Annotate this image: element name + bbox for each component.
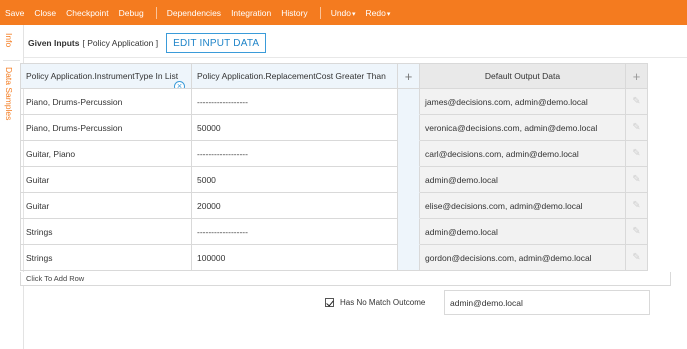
pencil-icon: ✎ bbox=[632, 200, 641, 211]
cell-replacement-cost[interactable]: ------------------ bbox=[192, 219, 398, 245]
edit-input-data-button[interactable]: EDIT INPUT DATA bbox=[166, 33, 267, 53]
add-row-button[interactable]: Click To Add Row bbox=[20, 272, 671, 286]
cell-spacer bbox=[398, 167, 420, 193]
row-edit-button[interactable]: ✎ bbox=[626, 167, 648, 193]
cell-replacement-cost[interactable]: 20000 bbox=[192, 193, 398, 219]
cell-instrument-type[interactable]: Guitar bbox=[20, 167, 192, 193]
integration-button[interactable]: Integration bbox=[231, 8, 271, 18]
table-row: Guitar 5000 admin@demo.local ✎ bbox=[20, 167, 671, 193]
column-header-default-output[interactable]: Default Output Data bbox=[420, 63, 626, 89]
tab-data-samples[interactable]: Data Samples bbox=[4, 67, 14, 120]
cell-output[interactable]: gordon@decisions.com, admin@demo.local bbox=[420, 245, 626, 271]
row-edit-button[interactable]: ✎ bbox=[626, 193, 648, 219]
clear-icon[interactable]: × bbox=[174, 81, 185, 88]
main-panel: Given Inputs [ Policy Application ] EDIT… bbox=[20, 25, 687, 349]
pencil-icon: ✎ bbox=[632, 96, 641, 107]
cell-replacement-cost[interactable]: 50000 bbox=[192, 115, 398, 141]
cell-spacer bbox=[398, 245, 420, 271]
cell-output[interactable]: elise@decisions.com, admin@demo.local bbox=[420, 193, 626, 219]
row-edit-button[interactable]: ✎ bbox=[626, 115, 648, 141]
no-match-checkbox[interactable] bbox=[325, 297, 334, 307]
table-row: Guitar, Piano ------------------ carl@de… bbox=[20, 141, 671, 167]
pencil-icon: ✎ bbox=[632, 226, 641, 237]
chevron-down-icon: ▾ bbox=[352, 10, 356, 18]
cell-instrument-type[interactable]: Strings bbox=[20, 245, 192, 271]
toolbar-divider bbox=[155, 6, 157, 19]
row-edit-button[interactable]: ✎ bbox=[626, 89, 648, 115]
cell-instrument-type[interactable]: Piano, Drums-Percussion bbox=[20, 89, 192, 115]
cell-instrument-type[interactable]: Piano, Drums-Percussion bbox=[20, 115, 192, 141]
cell-spacer bbox=[398, 219, 420, 245]
cell-output[interactable]: admin@demo.local bbox=[420, 167, 626, 193]
cell-instrument-type[interactable]: Guitar, Piano bbox=[20, 141, 192, 167]
row-edit-button[interactable]: ✎ bbox=[626, 245, 648, 271]
pencil-icon: ✎ bbox=[632, 174, 641, 185]
pencil-icon: ✎ bbox=[632, 148, 641, 159]
undo-label: Undo bbox=[330, 7, 352, 18]
cell-replacement-cost[interactable]: 100000 bbox=[192, 245, 398, 271]
tab-info[interactable]: Info bbox=[4, 33, 14, 47]
table-row: Strings 100000 gordon@decisions.com, adm… bbox=[20, 245, 671, 271]
close-button[interactable]: Close bbox=[34, 8, 56, 18]
checkpoint-button[interactable]: Checkpoint bbox=[66, 8, 109, 18]
table-row: Guitar 20000 elise@decisions.com, admin@… bbox=[20, 193, 671, 219]
cell-replacement-cost[interactable]: ------------------ bbox=[192, 141, 398, 167]
cell-spacer bbox=[398, 141, 420, 167]
given-inputs-bar: Given Inputs [ Policy Application ] EDIT… bbox=[28, 33, 267, 53]
toolbar-divider bbox=[319, 6, 321, 19]
pencil-icon: ✎ bbox=[632, 252, 641, 263]
chevron-down-icon: ▾ bbox=[386, 10, 391, 18]
history-button[interactable]: History bbox=[281, 8, 307, 18]
sidebar-divider bbox=[3, 60, 20, 61]
table-row: Piano, Drums-Percussion 50000 veronica@d… bbox=[20, 115, 671, 141]
cell-spacer bbox=[398, 193, 420, 219]
column-header-replacement-cost[interactable]: Policy Application.ReplacementCost Great… bbox=[192, 63, 398, 89]
cell-output[interactable]: carl@decisions.com, admin@demo.local bbox=[420, 141, 626, 167]
cell-instrument-type[interactable]: Strings bbox=[20, 219, 192, 245]
redo-button[interactable]: Redo▾ bbox=[366, 8, 391, 18]
redo-label: Redo bbox=[365, 7, 386, 18]
cell-spacer bbox=[398, 89, 420, 115]
header-divider bbox=[24, 57, 687, 58]
no-match-label: Has No Match Outcome bbox=[340, 297, 426, 307]
cell-output[interactable]: veronica@decisions.com, admin@demo.local bbox=[420, 115, 626, 141]
table-row: Piano, Drums-Percussion ----------------… bbox=[20, 89, 671, 115]
column-header-label: Policy Application.InstrumentType In Lis… bbox=[26, 71, 179, 81]
add-column-button[interactable]: + bbox=[398, 63, 420, 89]
toolbar: Save Close Checkpoint Debug Dependencies… bbox=[0, 0, 687, 25]
cell-instrument-type[interactable]: Guitar bbox=[20, 193, 192, 219]
save-button[interactable]: Save bbox=[5, 8, 24, 18]
row-edit-button[interactable]: ✎ bbox=[626, 219, 648, 245]
row-edit-button[interactable]: ✎ bbox=[626, 141, 648, 167]
cell-output[interactable]: admin@demo.local bbox=[420, 219, 626, 245]
add-output-button[interactable]: + bbox=[626, 63, 648, 89]
given-inputs-label: Given Inputs bbox=[28, 38, 80, 48]
table-row: Strings ------------------ admin@demo.lo… bbox=[20, 219, 671, 245]
cell-replacement-cost[interactable]: ------------------ bbox=[192, 89, 398, 115]
undo-button[interactable]: Undo▾ bbox=[331, 8, 356, 18]
no-match-outcome: Has No Match Outcome bbox=[325, 295, 425, 309]
debug-button[interactable]: Debug bbox=[119, 8, 144, 18]
column-header-instrument-type[interactable]: Policy Application.InstrumentType In Lis… bbox=[20, 63, 192, 89]
cell-spacer bbox=[398, 115, 420, 141]
dependencies-button[interactable]: Dependencies bbox=[167, 8, 221, 18]
table-header: Policy Application.InstrumentType In Lis… bbox=[20, 63, 671, 89]
cell-output[interactable]: james@decisions.com, admin@demo.local bbox=[420, 89, 626, 115]
cell-replacement-cost[interactable]: 5000 bbox=[192, 167, 398, 193]
given-inputs-context: [ Policy Application ] bbox=[82, 38, 159, 48]
no-match-output[interactable]: admin@demo.local bbox=[444, 290, 650, 315]
pencil-icon: ✎ bbox=[632, 122, 641, 133]
